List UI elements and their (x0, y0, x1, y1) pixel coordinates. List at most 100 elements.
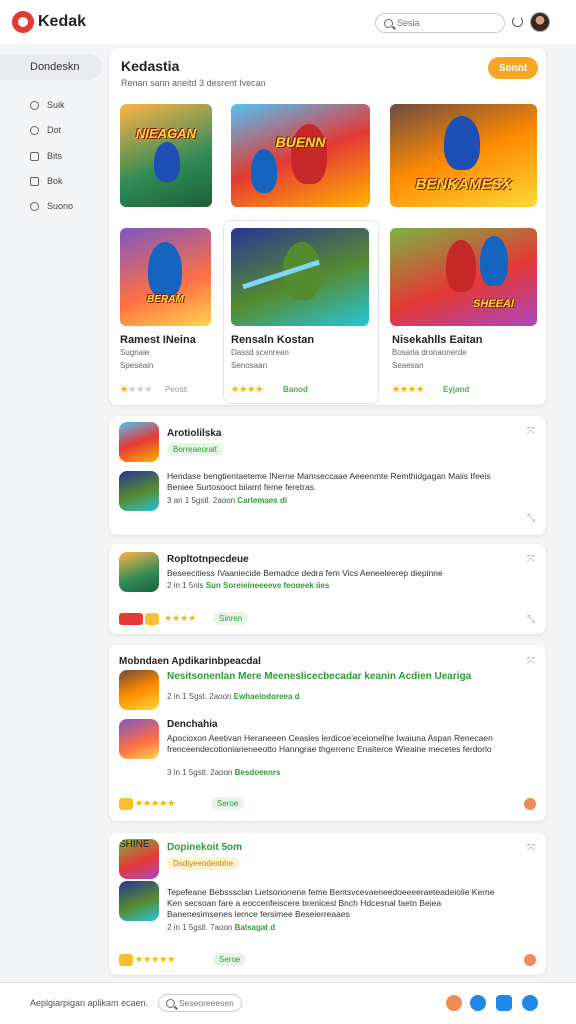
rating-text: Eyjand (443, 385, 470, 394)
search-icon (166, 998, 175, 1008)
rating-pill: Seroe (211, 797, 245, 810)
game-subtitle: Senosaan (231, 361, 268, 370)
rating-stars: ★★★★ (120, 384, 153, 394)
collapse-icon[interactable]: ⤧ (527, 426, 535, 437)
sidebar-item-label: Suik (47, 100, 65, 110)
avatar[interactable] (530, 12, 550, 32)
settings-icon[interactable] (522, 995, 538, 1011)
app-logo[interactable]: Kedak (12, 11, 86, 33)
rating-stars: ★★★★ (164, 613, 197, 623)
sidebar-item-label: Bits (47, 151, 63, 161)
app-icon[interactable] (119, 719, 159, 759)
game-subtitle: Bosarla dronaonerde (392, 348, 467, 357)
game-thumbnail[interactable]: BENKAMESX (390, 104, 537, 207)
footer-text: Aeplgiarpigan aplikam ecaen. (30, 998, 149, 1008)
sidebar-item-label: Bok (47, 176, 63, 186)
badge (119, 798, 133, 810)
chat-icon (30, 125, 39, 135)
badge (119, 954, 133, 966)
app-icon[interactable] (119, 552, 159, 592)
rating-pill: Sinren (213, 612, 249, 625)
badge (119, 613, 143, 625)
game-subtitle: Speseain (120, 361, 154, 370)
app-icon[interactable] (119, 422, 159, 462)
app-tagline: Nesitsonenlan Mere Meeneslicecbecadar ke… (167, 671, 472, 682)
app-icon[interactable]: SHINE (119, 839, 159, 879)
badge (145, 613, 159, 625)
grid-icon (30, 151, 39, 161)
thumb-text: SHEEAI (473, 298, 514, 310)
featured-title: Kedastia (121, 58, 180, 74)
game-thumbnail[interactable] (231, 228, 369, 326)
game-thumbnail[interactable]: BERAM (120, 228, 211, 326)
section-header: Mobndaen Apdikarinbpeacdal (119, 656, 261, 667)
circle-icon (30, 100, 39, 110)
app-icon[interactable] (119, 670, 159, 710)
share-icon[interactable] (524, 954, 536, 966)
expand-icon[interactable]: ⤡ (527, 513, 535, 524)
game-thumbnail[interactable]: SHEEAI (390, 228, 537, 326)
thumb-text: BUENN (275, 134, 326, 150)
refresh-icon[interactable] (512, 16, 523, 27)
game-title[interactable]: Rensaln Kostan (231, 334, 314, 346)
app-description: Hendase bengtientaeteme INerne Mamseccaa… (167, 471, 491, 492)
search-icon (384, 18, 393, 28)
sidebar-item-bok[interactable]: Bok (30, 176, 63, 186)
category-pill: Borreaeoralt (167, 443, 224, 456)
app-list-card: Mobndaen Apdikarinbpeacdal ⤧ Nesitsonenl… (109, 645, 546, 821)
app-title[interactable]: Arotiolilska (167, 428, 221, 439)
app-title[interactable]: Dopinekoit 5om (167, 842, 242, 853)
game-title[interactable]: Ramest INeina (120, 334, 196, 346)
category-pill: Dsdiyeeodenbhe (167, 857, 240, 870)
sidebar-item-dot[interactable]: Dot (30, 125, 61, 135)
orange-circle-icon[interactable] (446, 995, 462, 1011)
sidebar-item-suik[interactable]: Suik (30, 100, 65, 110)
footer-search-input[interactable] (179, 998, 234, 1008)
app-title[interactable]: Ropltotnpecdeue (167, 554, 249, 565)
sidebar-item-suono[interactable]: Suono (30, 201, 73, 211)
search-box[interactable] (375, 13, 505, 33)
thumb-text: BENKAMESX (415, 176, 512, 193)
sidebar-item-bits[interactable]: Bits (30, 151, 62, 161)
game-subtitle: Sugnaie (120, 348, 150, 357)
collapse-icon[interactable]: ⤧ (527, 554, 535, 565)
window-icon[interactable] (496, 995, 512, 1011)
app-meta: 2 in 1 5nls Sun Soreieineeeeve feooeek i… (167, 581, 330, 590)
app-list-card: Arotiolilska Borreaeoralt ⤧ Hendase beng… (109, 416, 546, 535)
app-icon[interactable] (119, 471, 159, 511)
thumb-text: SHINE (119, 839, 150, 850)
app-meta: 2 in 1 Sgst. 2aoon Ewhaeiodoreea d (167, 692, 300, 701)
rating-pill: Seroe (213, 953, 247, 966)
top-bar: Kedak (0, 0, 576, 44)
game-subtitle: Dassd scenrean (231, 348, 289, 357)
logo-icon (12, 11, 34, 33)
rating-stars: ★★★★ (392, 384, 425, 394)
rating-stars: ★★★★★ (135, 954, 176, 964)
rating-stars: ★★★★★ (135, 798, 176, 808)
game-thumbnail[interactable]: BUENN (231, 104, 370, 207)
app-list-card: Ropltotnpecdeue ⤧ Beseecitiess IVaanieci… (109, 544, 546, 634)
share-icon[interactable] (524, 798, 536, 810)
sidebar: Dondeskn Suik Dot Bits Bok Suono (0, 44, 108, 982)
search-input[interactable] (397, 18, 496, 28)
thumb-text: BERAM (147, 294, 184, 305)
app-title[interactable]: Denchahia (167, 719, 218, 730)
logo-text: Kedak (38, 13, 87, 30)
app-icon[interactable] (119, 881, 159, 921)
game-thumbnail[interactable]: NIEAGAN (120, 104, 212, 207)
sidebar-item-active[interactable]: Dondeskn (0, 54, 102, 80)
collapse-icon[interactable]: ⤧ (527, 843, 535, 854)
sidebar-item-label: Suono (47, 201, 74, 211)
footer-search[interactable] (158, 994, 242, 1012)
rating-stars: ★★★★ (231, 384, 264, 394)
featured-action-button[interactable]: Sonnt (488, 57, 538, 79)
app-meta: 2 in 1 5gstl. 7aoon Balsagat d (167, 923, 276, 932)
featured-card: Kedastia Renan sann aneitd 3 desrent Ive… (109, 48, 546, 405)
collapse-icon[interactable]: ⤧ (527, 656, 535, 667)
featured-subtitle: Renan sann aneitd 3 desrent Ivecan (121, 78, 266, 88)
sound-icon (30, 201, 39, 211)
app-meta: 3 an 1 5gstl. 2aoon Carlemaes di (167, 496, 288, 505)
expand-icon[interactable]: ⤡ (527, 614, 535, 625)
info-icon[interactable] (470, 995, 486, 1011)
game-title[interactable]: Nisekahlls Eaitan (392, 334, 483, 346)
